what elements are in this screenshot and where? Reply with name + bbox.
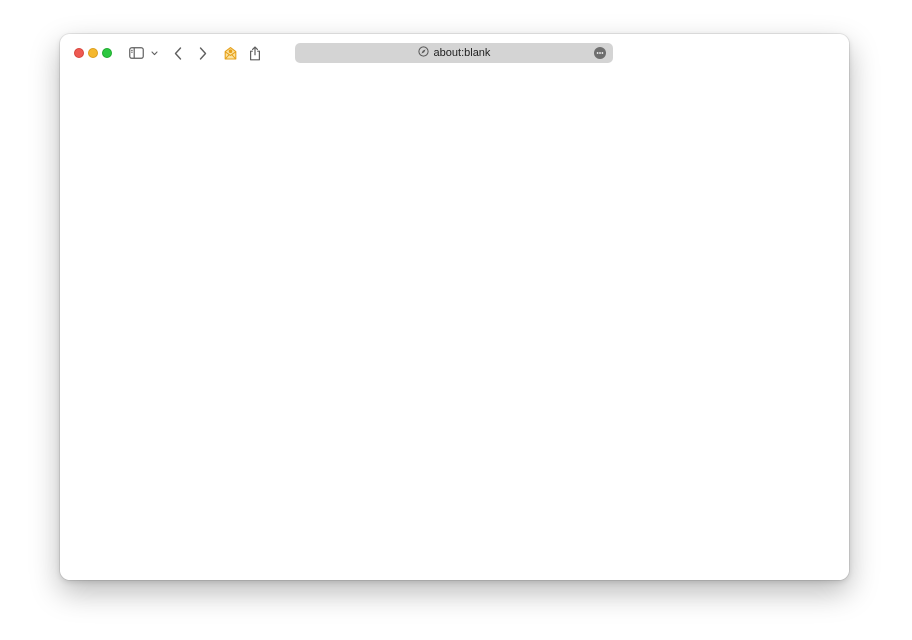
zoom-window-button[interactable] <box>102 48 112 58</box>
forward-button[interactable] <box>197 43 209 63</box>
chevron-left-icon <box>174 46 182 60</box>
url-text: about:blank <box>433 47 491 59</box>
minimize-window-button[interactable] <box>88 48 98 58</box>
compass-icon <box>417 44 429 62</box>
address-bar[interactable]: about:blank <box>295 43 613 63</box>
sidebar-toggle-button[interactable] <box>128 43 144 63</box>
page-content <box>60 71 849 580</box>
extension-button[interactable] <box>222 43 238 63</box>
back-button[interactable] <box>172 43 184 63</box>
browser-window: about:blank <box>60 34 849 580</box>
sidebar-icon <box>128 47 144 59</box>
close-window-button[interactable] <box>74 48 84 58</box>
share-icon <box>249 45 261 61</box>
sidebar-menu-button[interactable] <box>150 43 158 63</box>
chevron-right-icon <box>199 46 207 60</box>
address-bar-content: about:blank <box>295 43 613 63</box>
chevron-down-icon <box>150 50 158 56</box>
more-icon <box>594 47 606 59</box>
toolbar: about:blank <box>60 34 849 71</box>
page-menu-button[interactable] <box>594 47 606 59</box>
share-button[interactable] <box>248 43 262 63</box>
extension-icon <box>223 46 238 61</box>
